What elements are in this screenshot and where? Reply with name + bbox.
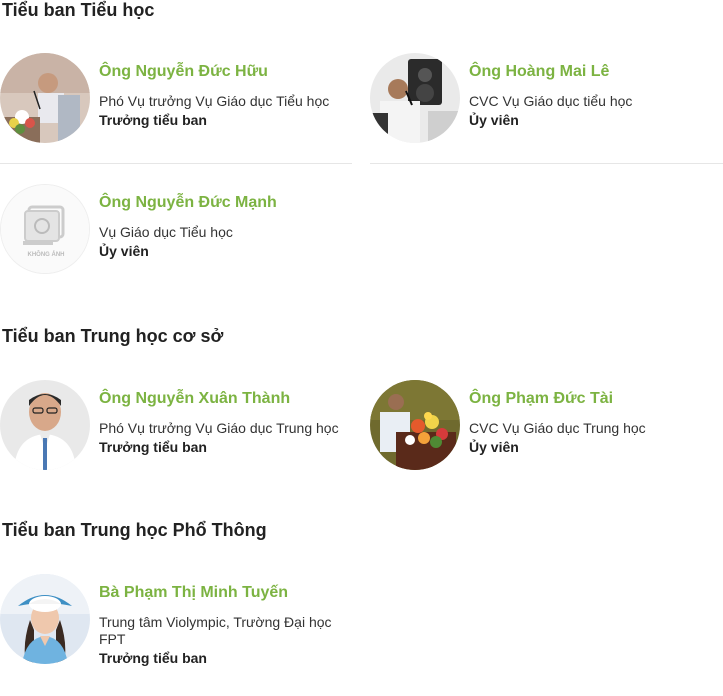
- avatar[interactable]: KHÔNG ẢNH: [0, 184, 90, 274]
- member-card-nguyen-xuan-thanh: Ông Nguyễn Xuân Thành Phó Vụ trưởng Vụ G…: [0, 380, 352, 480]
- member-name[interactable]: Bà Phạm Thị Minh Tuyến: [99, 584, 288, 602]
- member-name[interactable]: Ông Nguyễn Đức Hữu: [99, 63, 268, 81]
- member-position: Phó Vụ trưởng Vụ Giáo dục Tiểu học: [99, 93, 330, 109]
- member-position: CVC Vụ Giáo dục Trung học: [469, 420, 646, 436]
- avatar[interactable]: [0, 53, 90, 143]
- section-title-trung-hoc-co-so: Tiểu ban Trung học cơ sở: [2, 326, 224, 346]
- member-name[interactable]: Ông Nguyễn Đức Mạnh: [99, 194, 277, 212]
- member-position: Trung tâm Violympic, Trường Đại học FPT: [99, 614, 332, 647]
- speaker-microphone-photo-icon: [370, 53, 460, 143]
- member-card-pham-duc-tai: Ông Phạm Đức Tài CVC Vụ Giáo dục Trung h…: [370, 380, 722, 480]
- member-role: Trưởng tiểu ban: [99, 439, 207, 455]
- portrait-photo-icon: [0, 380, 90, 470]
- member-name[interactable]: Ông Nguyễn Xuân Thành: [99, 390, 290, 408]
- placeholder-text: KHÔNG ẢNH: [28, 250, 65, 258]
- avatar[interactable]: [370, 53, 460, 143]
- avatar[interactable]: [0, 380, 90, 470]
- member-name[interactable]: Ông Phạm Đức Tài: [469, 390, 613, 408]
- member-position: CVC Vụ Giáo dục tiểu học: [469, 93, 633, 109]
- member-role: Trưởng tiểu ban: [99, 650, 207, 666]
- member-role: Ủy viên: [99, 243, 149, 259]
- member-card-nguyen-duc-manh: KHÔNG ẢNH Ông Nguyễn Đức Mạnh Vụ Giáo dụ…: [0, 184, 352, 284]
- member-card-hoang-mai-le: Ông Hoàng Mai Lê CVC Vụ Giáo dục tiểu họ…: [370, 53, 722, 153]
- section-title-trung-hoc-pho-thong: Tiểu ban Trung học Phổ Thông: [2, 520, 267, 540]
- member-position: Phó Vụ trưởng Vụ Giáo dục Trung học: [99, 420, 339, 436]
- divider: [0, 163, 352, 164]
- member-card-pham-thi-minh-tuyen: Bà Phạm Thị Minh Tuyến Trung tâm Violymp…: [0, 574, 352, 684]
- section-title-tieu-hoc: Tiểu ban Tiểu học: [2, 0, 155, 20]
- woman-hat-photo-icon: [0, 574, 90, 664]
- divider: [370, 163, 723, 164]
- avatar[interactable]: [370, 380, 460, 470]
- member-position: Vụ Giáo dục Tiểu học: [99, 224, 233, 240]
- member-role: Ủy viên: [469, 439, 519, 455]
- member-role: Ủy viên: [469, 112, 519, 128]
- member-role: Trưởng tiểu ban: [99, 112, 207, 128]
- member-card-nguyen-duc-huu: Ông Nguyễn Đức Hữu Phó Vụ trưởng Vụ Giáo…: [0, 53, 352, 153]
- no-photo-placeholder-icon: KHÔNG ẢNH: [1, 185, 89, 273]
- speaker-podium-photo-icon: [0, 53, 90, 143]
- member-name[interactable]: Ông Hoàng Mai Lê: [469, 63, 609, 81]
- avatar[interactable]: [0, 574, 90, 664]
- speaker-flowers-photo-icon: [370, 380, 460, 470]
